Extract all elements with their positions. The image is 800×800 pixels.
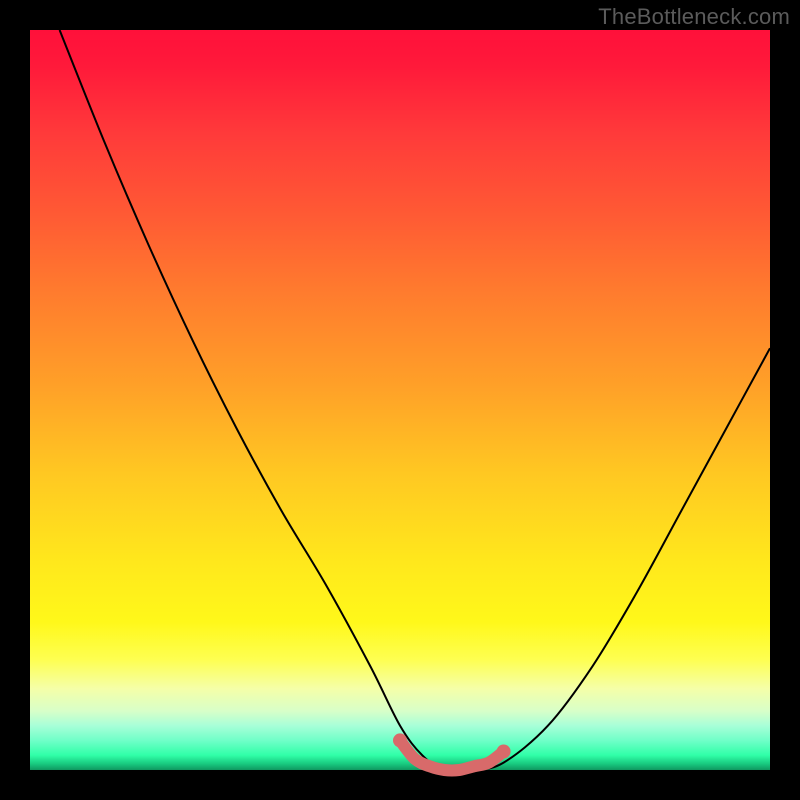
- chart-frame: TheBottleneck.com: [0, 0, 800, 800]
- attribution-watermark: TheBottleneck.com: [598, 4, 790, 30]
- chart-plot-area: [30, 30, 770, 770]
